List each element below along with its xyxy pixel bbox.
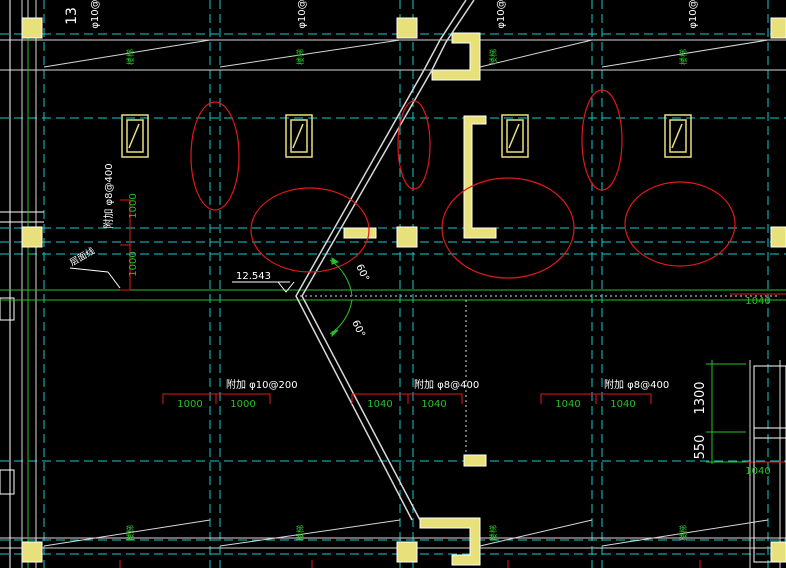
panel-label: 楼梯 bbox=[125, 49, 135, 65]
panel-label: 楼梯 bbox=[295, 49, 305, 65]
dimension-text: 1040 bbox=[421, 399, 446, 410]
column bbox=[396, 541, 418, 563]
rebar-note-vertical: 附加 φ8@400 bbox=[102, 163, 115, 228]
dimension-text: 1300 bbox=[693, 381, 708, 414]
column bbox=[21, 17, 43, 39]
panel-label: 楼梯 bbox=[125, 525, 135, 541]
column bbox=[21, 541, 43, 563]
column bbox=[770, 226, 786, 248]
column bbox=[396, 226, 418, 248]
top-partial-number: 13 bbox=[64, 7, 80, 25]
panel-label: 楼梯 bbox=[678, 525, 688, 541]
top-rebar-label: φ10@ bbox=[496, 0, 507, 29]
rebar-note: 附加 φ8@400 bbox=[414, 378, 479, 391]
top-rebar-label: φ10@ bbox=[90, 0, 101, 29]
rebar-note: 附加 φ10@200 bbox=[226, 378, 298, 391]
dimension-text: 1040 bbox=[610, 399, 635, 410]
dimension-text: 1000 bbox=[128, 193, 139, 218]
panel-label: 楼梯 bbox=[295, 525, 305, 541]
dimension-text: 1040 bbox=[745, 296, 770, 307]
dimension-text: 1040 bbox=[745, 466, 770, 477]
rebar-note: 附加 φ8@400 bbox=[604, 378, 669, 391]
panel-label: 楼梯 bbox=[488, 525, 498, 541]
dimension-text: 1000 bbox=[128, 251, 139, 276]
dimension-text: 1000 bbox=[177, 399, 202, 410]
dimension-text: 1000 bbox=[230, 399, 255, 410]
column bbox=[770, 17, 786, 39]
panel-label: 楼梯 bbox=[678, 49, 688, 65]
column bbox=[396, 17, 418, 39]
top-rebar-label: φ10@ bbox=[297, 0, 308, 29]
top-rebar-label: φ10@ bbox=[688, 0, 699, 29]
panel-label: 楼梯 bbox=[488, 49, 498, 65]
column bbox=[21, 226, 43, 248]
cad-drawing-canvas: 13 φ10@ φ10@ φ10@ φ10@ 附加 φ8@400 1000 10… bbox=[0, 0, 786, 568]
elevation-label: 12.543 bbox=[236, 271, 271, 282]
column bbox=[770, 541, 786, 563]
dimension-text: 1040 bbox=[555, 399, 580, 410]
dimension-text: 550 bbox=[693, 435, 708, 460]
dimension-text: 1040 bbox=[367, 399, 392, 410]
